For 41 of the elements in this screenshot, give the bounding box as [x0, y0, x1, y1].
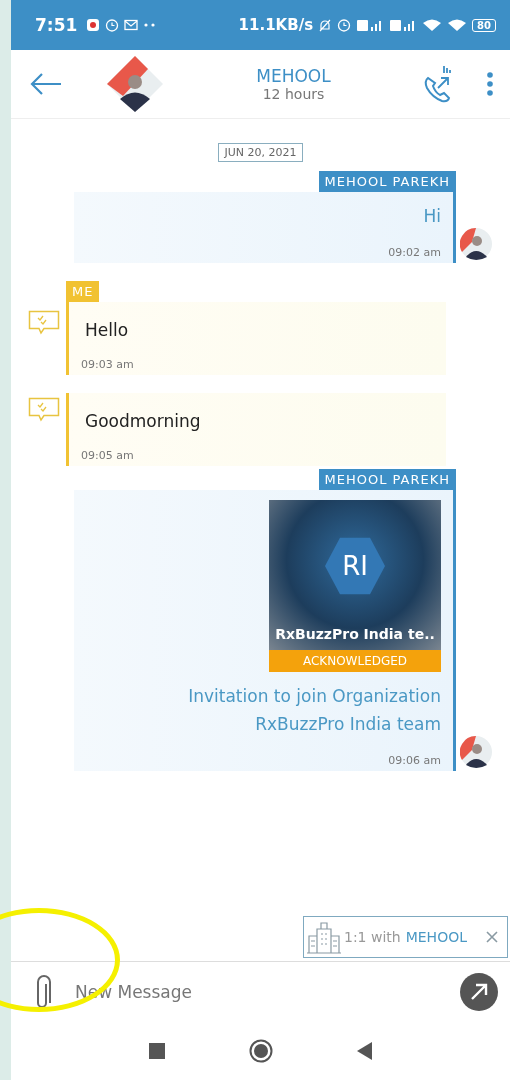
organization-logo: RI [325, 536, 385, 596]
status-label: ACKNOWLEDGED [269, 650, 441, 672]
back-icon[interactable] [356, 1042, 373, 1060]
context-label: 1:1 with [344, 929, 401, 945]
sender-tag: MEHOOL PAREKH [318, 171, 456, 192]
more-options-icon[interactable] [486, 71, 494, 97]
date-chip: JUN 20, 2021 [218, 143, 303, 162]
sender-tag: MEHOOL PAREKH [318, 469, 456, 490]
mail-icon [124, 19, 139, 31]
contact-name: MEHOOL [256, 66, 331, 86]
status-time: 7:51 [35, 15, 78, 35]
message-text: Goodmorning [84, 411, 202, 431]
alarm-icon [337, 18, 352, 32]
app-notification-icon [86, 18, 101, 32]
battery-level: 80 [472, 18, 496, 32]
delivered-chat-icon [28, 397, 60, 423]
context-name: MEHOOL [405, 929, 467, 945]
last-seen: 12 hours [262, 86, 325, 102]
send-button[interactable] [460, 973, 498, 1011]
buildings-icon [306, 920, 342, 954]
close-icon[interactable] [485, 930, 499, 944]
muted-bell-icon [318, 18, 333, 32]
message-text: Invitation to join Organization RxBuzzPro India team [187, 685, 441, 736]
avatar-icon [460, 736, 492, 768]
sender-tag: ME [66, 281, 100, 302]
message-time: 09:06 am [388, 754, 441, 767]
delivered-chat-icon [28, 310, 60, 336]
alarm-icon [105, 18, 120, 32]
wifi-icon [422, 18, 443, 32]
recents-icon[interactable] [148, 1043, 165, 1059]
avatar-icon [460, 228, 492, 260]
message-text: Hi [423, 205, 441, 228]
network-speed: 11.1KB/s [238, 16, 314, 34]
message-time: 09:02 am [388, 246, 441, 259]
message-time: 09:05 am [81, 449, 135, 462]
message-text: Hello [84, 320, 130, 340]
message-time: 09:03 am [81, 358, 135, 371]
wifi-icon [447, 18, 468, 32]
organization-name: RxBuzzPro India te.. [275, 626, 435, 642]
home-icon[interactable] [248, 1039, 273, 1063]
back-arrow-icon[interactable] [29, 72, 63, 96]
